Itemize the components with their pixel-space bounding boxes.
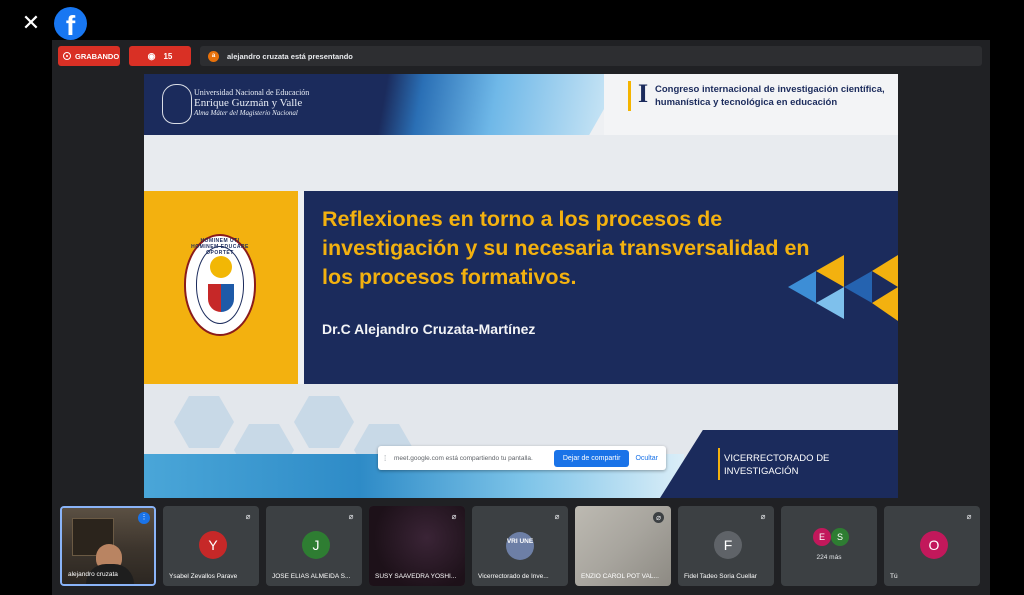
mic-muted-icon: ⌀ [653,512,664,523]
triangle-2 [816,255,844,287]
more-participants-tile[interactable]: E S 224 más [781,506,877,586]
stop-sharing-button[interactable]: Dejar de compartir [553,449,630,467]
speaking-indicator-icon: ⋮ [138,512,150,524]
participant-tile[interactable]: ⌀ J JOSE ELIAS ALMEIDA S... [266,506,362,586]
eye-icon: ◉ [147,50,156,61]
university-line2: Enrique Guzmán y Valle [194,97,303,109]
drag-handle-icon[interactable]: ⁞ [384,454,388,463]
participant-strip: ⋮ alejandro cruzata ⌀ Y Ysabel Zevallos … [60,506,985,586]
recording-label: GRABANDO [75,51,120,61]
participant-tile[interactable]: ⋮ alejandro cruzata [60,506,156,586]
mic-muted-icon: ⌀ [760,512,766,521]
self-tile[interactable]: ⌀ O Tú [884,506,980,586]
slide-title: Reflexiones en torno a los procesos de i… [322,207,810,289]
university-line3: Alma Máter del Magisterio Nacional [194,109,298,117]
mid-stripe [144,135,898,191]
participant-avatar: J [302,531,330,559]
triangle-4 [844,271,872,303]
university-crest-icon [162,84,192,124]
participant-tile[interactable]: ⌀ SUSY SAAVEDRA YOSHI... [369,506,465,586]
mini-avatar: S [831,528,849,546]
more-avatars: E S [811,528,851,548]
participant-name: JOSE ELIAS ALMEIDA S... [272,573,351,580]
participant-tile[interactable]: ⌀ VRI UNE Vicerrectorado de Inve... [472,506,568,586]
title-panel: Reflexiones en torno a los procesos de i… [304,191,898,384]
header-band [334,74,624,135]
participant-avatar: VRI UNE [506,532,534,560]
meet-window: GRABANDO ◉ 15 a alejandro cruzata está p… [52,40,990,595]
triangle-6 [872,287,898,321]
screen-share-notice: ⁞ meet.google.com está compartiendo tu p… [378,446,666,470]
viewers-count: 15 [163,51,173,61]
participant-name: alejandro cruzata [68,571,118,578]
record-icon [63,52,71,60]
participant-name: Vicerrectorado de Inve... [478,573,549,580]
participant-tile[interactable]: ⌀ Y Ysabel Zevallos Parave [163,506,259,586]
vice-rectorate-label: VICERRECTORADO DE INVESTIGACIÓN [724,453,830,477]
mic-muted-icon: ⌀ [348,512,354,521]
shield-icon [208,284,234,312]
participant-name: Ysabel Zevallos Parave [169,573,238,580]
participant-avatar: Y [199,531,227,559]
mic-muted-icon: ⌀ [554,512,560,521]
mic-muted-icon: ⌀ [245,512,251,521]
participant-tile[interactable]: ⌀ ENZIO CAROL POT VAL... [575,506,671,586]
shared-slide: Universidad Nacional de Educación Enriqu… [144,74,898,498]
sun-icon [210,256,232,278]
share-message: meet.google.com está compartiendo tu pan… [394,454,533,462]
facebook-logo-icon: f [54,7,87,40]
mic-muted-icon: ⌀ [966,512,972,521]
participant-name: Fidel Tadeo Soria Cuellar [684,573,757,580]
participant-name: SUSY SAAVEDRA YOSHI... [375,573,457,580]
university-seal-icon: HOMINEM UTI HOMINEM EDUCARE OPORTET [184,234,256,336]
viewers-badge[interactable]: ◉ 15 [129,46,191,66]
slide-author: Dr.C Alejandro Cruzata-Martínez [322,321,536,337]
participant-name: Tú [890,573,898,580]
participant-avatar: O [920,531,948,559]
vice-accent-bar [718,448,720,480]
congress-title: Congreso internacional de investigación … [655,84,885,108]
triangle-5 [872,255,898,287]
presenter-avatar: a [208,50,219,62]
mic-muted-icon: ⌀ [451,512,457,521]
triangle-3 [816,287,844,319]
congress-accent-bar [628,81,631,111]
participant-tile[interactable]: ⌀ F Fidel Tadeo Soria Cuellar [678,506,774,586]
hide-button[interactable]: Ocultar [635,455,658,462]
triangles-decoration [788,255,898,321]
presenter-status: alejandro cruzata está presentando [227,51,353,61]
mini-avatar: E [813,528,831,546]
triangle-1 [788,271,816,303]
participant-name: ENZIO CAROL POT VAL... [581,573,659,580]
recording-badge: GRABANDO [58,46,120,66]
congress-numeral: I [638,79,649,108]
participant-avatar: F [714,531,742,559]
more-count: 224 más [816,554,842,561]
university-name: Universidad Nacional de Educación Enriqu… [194,88,309,118]
presenter-banner: a alejandro cruzata está presentando [200,46,982,66]
close-icon[interactable]: ✕ [20,12,42,34]
